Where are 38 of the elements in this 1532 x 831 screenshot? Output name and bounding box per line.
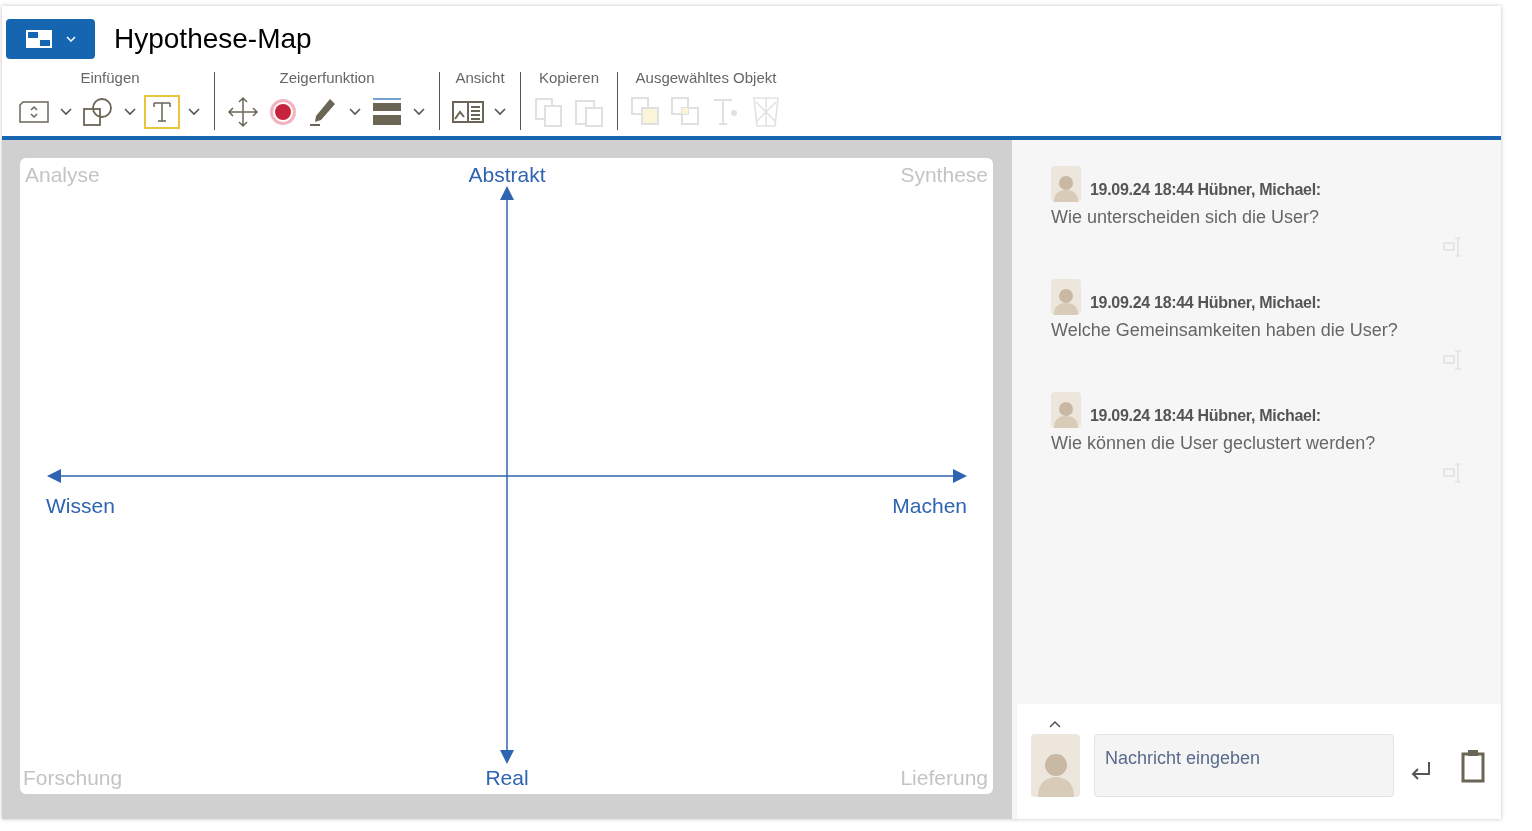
chevron-down-icon bbox=[349, 108, 361, 116]
avatar bbox=[1051, 279, 1081, 315]
move-arrows-icon[interactable] bbox=[225, 95, 261, 129]
clipboard-icon[interactable] bbox=[1461, 749, 1485, 783]
chevron-down-icon bbox=[494, 108, 506, 116]
quadrant-label: Lieferung bbox=[900, 764, 988, 791]
group-label: Zeigerfunktion bbox=[279, 68, 375, 88]
message-text: Welche Gemeinsamkeiten haben die User? bbox=[1051, 319, 1399, 342]
group-label: Einfügen bbox=[80, 68, 140, 88]
chevron-up-icon[interactable] bbox=[1049, 721, 1061, 728]
window-title: Hypothese-Map bbox=[114, 22, 312, 56]
group-label: Ausgewähltes Objekt bbox=[635, 68, 777, 88]
message-text: Wie können die User geclustert werden? bbox=[1051, 432, 1377, 455]
chevron-down-icon bbox=[65, 36, 76, 42]
chevron-down-icon bbox=[124, 108, 136, 116]
chevron-down-icon bbox=[60, 108, 72, 116]
group-label: Ansicht bbox=[455, 68, 505, 88]
axis-label: Abstrakt bbox=[468, 162, 546, 188]
message-text: Wie unterscheiden sich die User? bbox=[1051, 206, 1321, 229]
quadrant-label: Analyse bbox=[25, 162, 100, 188]
axis-label: Real bbox=[485, 764, 529, 791]
quadrant-label: Synthese bbox=[900, 162, 988, 188]
axis-label: Wissen bbox=[46, 493, 115, 519]
text-icon[interactable] bbox=[144, 95, 180, 129]
axis-label: Machen bbox=[892, 493, 967, 519]
layout-icon bbox=[25, 30, 52, 48]
chevron-down-icon bbox=[413, 108, 425, 116]
group-label: Kopieren bbox=[538, 68, 599, 88]
message-header: 19.09.24 18:44 Hübner, Michael: bbox=[1090, 180, 1321, 200]
avatar bbox=[1051, 166, 1081, 202]
message-header: 19.09.24 18:44 Hübner, Michael: bbox=[1090, 293, 1321, 313]
message-header: 19.09.24 18:44 Hübner, Michael: bbox=[1090, 406, 1321, 426]
avatar bbox=[1051, 392, 1081, 428]
chevron-down-icon bbox=[188, 108, 200, 116]
quadrant-label: Forschung bbox=[23, 764, 123, 791]
message-input[interactable]: Nachricht eingeben bbox=[1094, 734, 1394, 797]
avatar bbox=[1031, 734, 1080, 797]
app-menu-button[interactable] bbox=[6, 19, 95, 59]
